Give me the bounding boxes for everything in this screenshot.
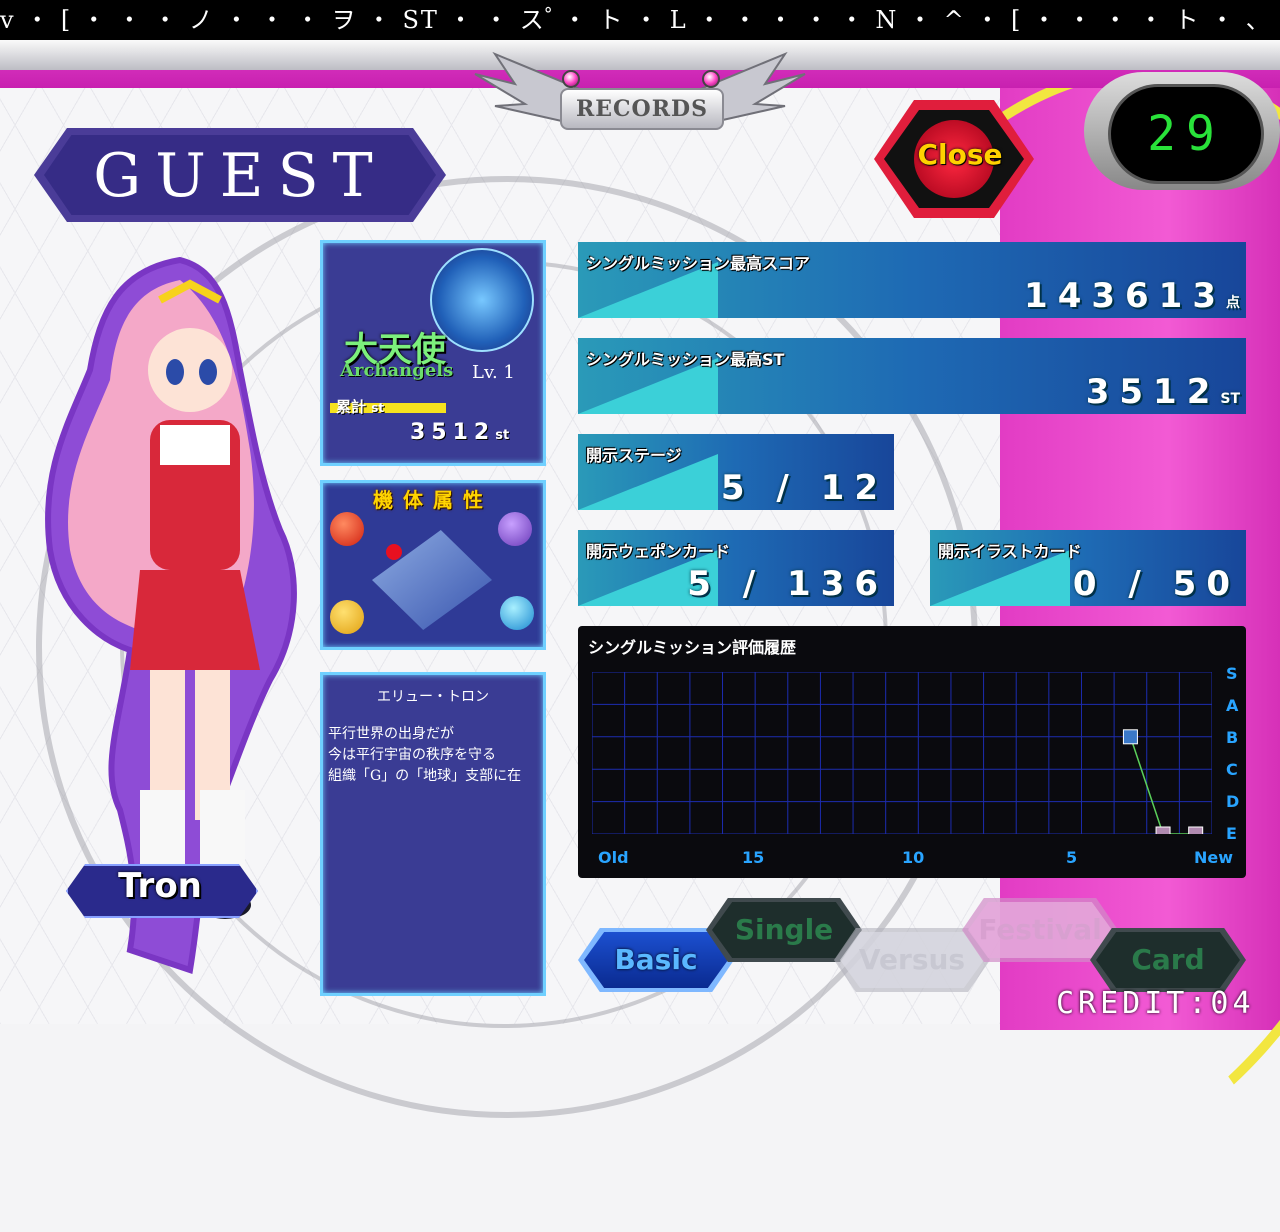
tab-basic[interactable]: Basic <box>584 932 728 988</box>
illust-cards-label: 開示イラストカード <box>938 542 1082 561</box>
y-tick-label: B <box>1226 728 1239 747</box>
high-st-value: 3512ST <box>1085 372 1240 412</box>
high-score-label: シングルミッション最高スコア <box>586 254 811 273</box>
marquee-text: v ・ [ ・ ・ ・ ノ ・ ・ ・ ヲ ・ ST ・ ・ ス ゚ ・ ト ・… <box>0 0 1280 40</box>
tab-versus[interactable]: Versus <box>840 932 984 988</box>
chart-title: シングルミッション評価履歴 <box>588 638 797 657</box>
stages-value: 5 / 12 <box>720 468 888 508</box>
close-button-label[interactable]: Close <box>884 138 1036 171</box>
timer-display: 29 <box>1108 84 1264 184</box>
y-tick-label: C <box>1226 760 1238 779</box>
description-line: 組織「G」の「地球」支部に在 <box>328 768 522 784</box>
high-st-label: シングルミッション最高ST <box>586 350 785 369</box>
attribute-marker <box>386 544 402 560</box>
attribute-title: 機体属性 <box>373 488 493 512</box>
x-tick-label: 15 <box>742 848 765 867</box>
total-st-value: 3512st <box>410 420 510 445</box>
y-tick-label: S <box>1226 664 1238 683</box>
player-name: GUEST <box>93 141 387 211</box>
rank-level: Lv. 1 <box>472 362 515 383</box>
tab-single[interactable]: Single <box>712 902 856 958</box>
right-gem-icon <box>702 70 720 88</box>
planet-creature-icon <box>498 512 532 546</box>
data-point <box>1155 826 1171 834</box>
series-line <box>1129 736 1196 834</box>
total-label: 累計 st <box>336 398 385 416</box>
data-point <box>1122 729 1138 745</box>
description-line: 今は平行宇宙の秩序を守る <box>328 747 496 763</box>
description-line: 平行世界の出身だが <box>328 726 454 742</box>
weapon-cards-label: 開示ウェポンカード <box>586 542 731 561</box>
rank-title-en: Archangels <box>340 360 454 381</box>
y-tick-label: E <box>1226 824 1237 843</box>
character-name: Tron <box>118 866 202 906</box>
records-label: RECORDS <box>560 88 724 130</box>
y-tick-label: A <box>1226 696 1239 715</box>
weapon-cards-value: 5 / 136 <box>687 564 888 604</box>
description-panel <box>320 672 546 996</box>
y-tick-label: D <box>1226 792 1240 811</box>
tab-card[interactable]: Card <box>1096 932 1240 988</box>
credit-counter: CREDIT:04 <box>1056 986 1255 1021</box>
x-tick-label: New <box>1194 848 1234 867</box>
fire-creature-icon <box>330 512 364 546</box>
chart-grid <box>592 672 1212 834</box>
left-gem-icon <box>562 70 580 88</box>
x-tick-label: Old <box>598 848 629 867</box>
x-tick-label: 10 <box>902 848 925 867</box>
yellow-creature-icon <box>330 600 364 634</box>
stages-label: 開示ステージ <box>586 446 682 465</box>
high-score-value: 143613点 <box>1024 276 1240 316</box>
description-title: エリュー・トロン <box>377 689 489 705</box>
x-tick-label: 5 <box>1066 848 1078 867</box>
tab-festival[interactable]: Festival <box>968 902 1112 958</box>
data-point <box>1188 826 1204 834</box>
water-creature-icon <box>500 596 534 630</box>
illust-cards-value: 0 / 50 <box>1072 564 1240 604</box>
description-body: 平行世界の出身だが 今は平行宇宙の秩序を守る 組織「G」の「地球」支部に在 <box>328 724 546 787</box>
